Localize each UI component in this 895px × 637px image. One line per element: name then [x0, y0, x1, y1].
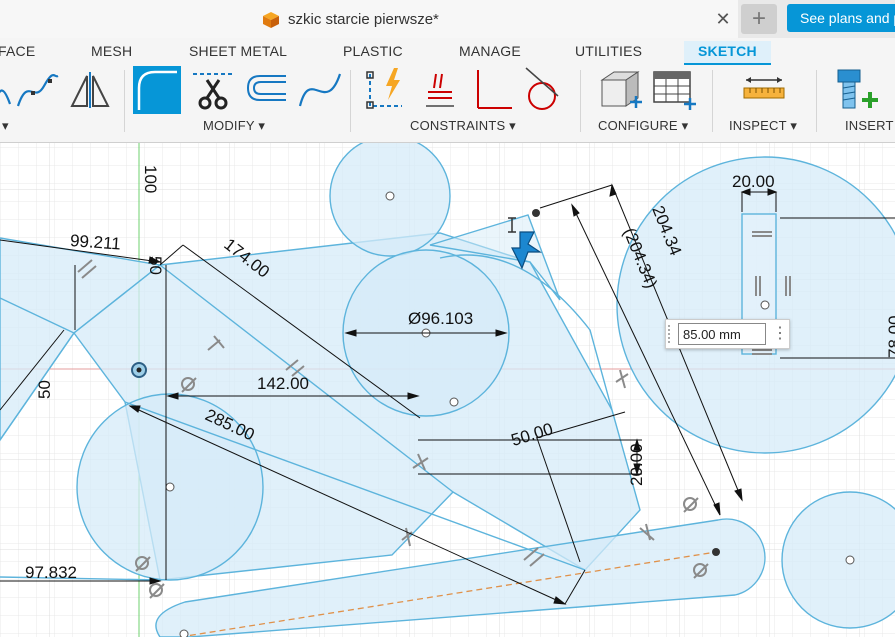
new-tab-button[interactable]: + [741, 4, 777, 34]
configure-group-label[interactable]: CONFIGURE ▾ [598, 118, 688, 134]
insert-bolt-icon [837, 69, 878, 109]
conic-curve-icon [298, 73, 342, 107]
horizontal-vertical-icon [426, 73, 454, 107]
document-cube-icon [263, 12, 279, 28]
parameters-table-icon [653, 71, 696, 110]
insert-tool-button[interactable] [832, 66, 880, 114]
document-title: szkic starcie pierwsze* [288, 11, 439, 28]
offset-tool-button[interactable] [242, 66, 290, 114]
configure-cube-icon [600, 71, 642, 108]
document-tab[interactable]: szkic starcie pierwsze* ✕ [0, 0, 738, 38]
mirror-icon [70, 72, 110, 108]
separator [580, 70, 581, 132]
title-bar: szkic starcie pierwsze* ✕ + See plans an… [0, 0, 895, 39]
dimension-label[interactable]: 97.832 [25, 563, 77, 582]
conic-tool-button[interactable] [296, 66, 344, 114]
separator [712, 70, 713, 132]
trim-tool-button[interactable] [189, 66, 237, 114]
constraints-group-label[interactable]: CONSTRAINTS ▾ [410, 118, 516, 134]
tab-plastic[interactable]: PLASTIC [343, 43, 403, 59]
spline-icon [16, 73, 59, 107]
offset-icon [246, 75, 286, 101]
more-options-icon[interactable]: ⋮ [772, 324, 788, 344]
horizontal-vertical-tool-button[interactable] [416, 66, 464, 114]
inspect-group-label[interactable]: INSPECT ▾ [729, 118, 797, 134]
mirror-tool-button[interactable] [66, 66, 114, 114]
separator [350, 70, 351, 132]
see-plans-button[interactable]: See plans and p [787, 4, 895, 32]
dimension-label[interactable]: 50 [35, 380, 54, 399]
perpendicular-icon [477, 70, 512, 109]
tab-mesh[interactable]: MESH [91, 43, 132, 59]
tangent-icon [525, 67, 559, 110]
tab-manage[interactable]: MANAGE [459, 43, 521, 59]
dimension-label[interactable]: 20.00 [732, 172, 775, 191]
close-tab-icon[interactable]: ✕ [713, 8, 733, 30]
tab-surface[interactable]: FACE [0, 43, 35, 59]
dimension-label[interactable]: 142.00 [257, 374, 309, 393]
measure-tool-button[interactable] [740, 66, 788, 114]
fillet-tool-button[interactable] [133, 66, 181, 114]
sketch-canvas[interactable]: 99.211 174.00 Ø96.103 204.34 (204.34) 20… [0, 143, 895, 637]
dimension-label[interactable]: 100 [141, 165, 160, 193]
dimension-label[interactable]: 50 [146, 256, 165, 275]
insert-group-label[interactable]: INSERT [845, 118, 894, 133]
tab-utilities[interactable]: UTILITIES [575, 43, 642, 59]
tangent-tool-button[interactable] [518, 66, 566, 114]
configure-tool-button[interactable] [596, 66, 644, 114]
measure-ruler-icon [743, 77, 785, 99]
perpendicular-tool-button[interactable] [468, 66, 516, 114]
dimension-input-box: ⋮ [665, 319, 790, 349]
separator [124, 70, 125, 132]
toolbar-ribbon: FACE MESH SHEET METAL PLASTIC MANAGE UTI… [0, 38, 895, 143]
dimension-value-input[interactable] [678, 323, 766, 345]
auto-constrain-icon [366, 68, 402, 109]
dimension-label[interactable]: 99.211 [69, 231, 121, 253]
create-group-label[interactable]: ▾ [2, 118, 9, 134]
auto-constrain-tool-button[interactable] [364, 66, 412, 114]
drag-handle[interactable] [668, 325, 676, 343]
fillet-icon [137, 70, 177, 110]
spline-tool-button[interactable] [14, 66, 62, 114]
dimension-label[interactable]: 78.00 [885, 315, 895, 358]
dimension-label[interactable]: 20.00 [627, 443, 646, 486]
tab-sheet-metal[interactable]: SHEET METAL [189, 43, 287, 59]
tab-sketch[interactable]: SKETCH [684, 41, 771, 65]
trim-icon [193, 73, 233, 110]
dimension-label[interactable]: Ø96.103 [408, 309, 473, 328]
modify-group-label[interactable]: MODIFY ▾ [203, 118, 265, 134]
separator [816, 70, 817, 132]
parameters-table-tool-button[interactable] [650, 66, 698, 114]
